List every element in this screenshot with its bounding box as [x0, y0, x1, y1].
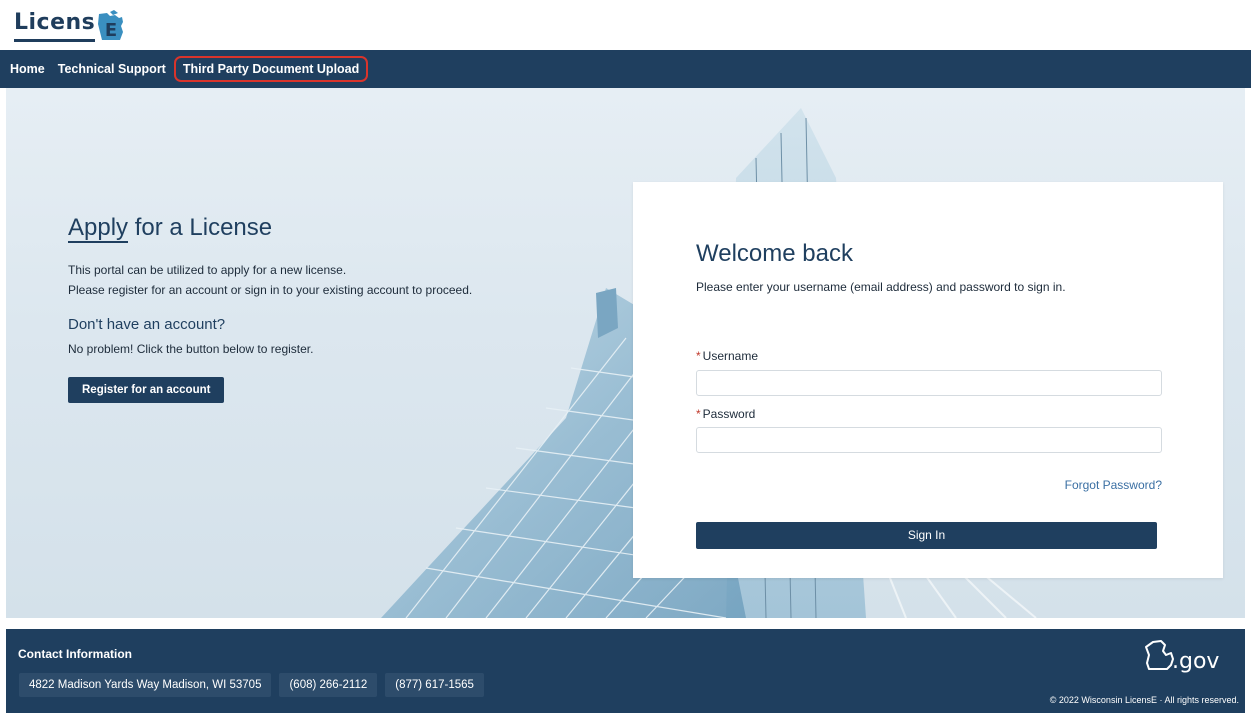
password-label-text: Password — [702, 407, 756, 421]
address-chip[interactable]: 4822 Madison Yards Way Madison, WI 53705 — [19, 673, 272, 697]
welcome-title: Welcome back — [696, 240, 853, 267]
apply-line-1: This portal can be utilized to apply for… — [68, 263, 347, 277]
gov-text: .gov — [1172, 649, 1219, 673]
register-button[interactable]: Register for an account — [68, 377, 225, 403]
no-account-heading: Don't have an account? — [68, 316, 226, 333]
logo-mark-letter: E — [105, 20, 117, 41]
phone-chip-2[interactable]: (877) 617-1565 — [385, 673, 484, 697]
password-input[interactable] — [696, 427, 1162, 453]
contact-title: Contact Information — [18, 647, 132, 661]
phone-chip-1[interactable]: (608) 266-2112 — [279, 673, 378, 697]
contact-chips: 4822 Madison Yards Way Madison, WI 53705… — [19, 673, 492, 697]
copyright-text: © 2022 Wisconsin LicensE · All rights re… — [1049, 695, 1239, 705]
apply-title-rest: for a License — [128, 214, 273, 241]
apply-title-underlined: Apply — [68, 214, 129, 243]
login-instructions: Please enter your username (email addres… — [696, 280, 1066, 294]
logo-text: Licens — [14, 8, 96, 42]
apply-section: Apply for a License This portal can be u… — [68, 214, 508, 403]
wisconsin-gov-icon[interactable]: .gov — [1139, 639, 1239, 673]
nav-home[interactable]: Home — [10, 58, 45, 80]
required-marker: * — [696, 349, 701, 363]
main-nav: Home Technical Support Third Party Docum… — [0, 50, 1251, 88]
login-card: Welcome back Please enter your username … — [633, 182, 1223, 578]
username-label-text: Username — [702, 349, 759, 363]
licens-e-logo[interactable]: Licens E — [14, 8, 128, 42]
required-marker: * — [696, 407, 701, 421]
username-label: * Username — [696, 349, 758, 363]
username-input[interactable] — [696, 370, 1162, 396]
apply-title: Apply for a License — [68, 214, 508, 243]
apply-line-2: Please register for an account or sign i… — [68, 283, 473, 297]
nav-technical-support[interactable]: Technical Support — [58, 58, 166, 80]
footer: Contact Information 4822 Madison Yards W… — [6, 629, 1245, 713]
no-account-text: No problem! Click the button below to re… — [68, 342, 314, 356]
password-label: * Password — [696, 407, 755, 421]
wisconsin-state-logo-icon: E — [98, 10, 124, 41]
nav-third-party-document-upload[interactable]: Third Party Document Upload — [173, 56, 369, 82]
sign-in-button[interactable]: Sign In — [696, 522, 1157, 549]
logo-bar: Licens E — [0, 0, 1251, 50]
forgot-password-link[interactable]: Forgot Password? — [1065, 478, 1162, 492]
